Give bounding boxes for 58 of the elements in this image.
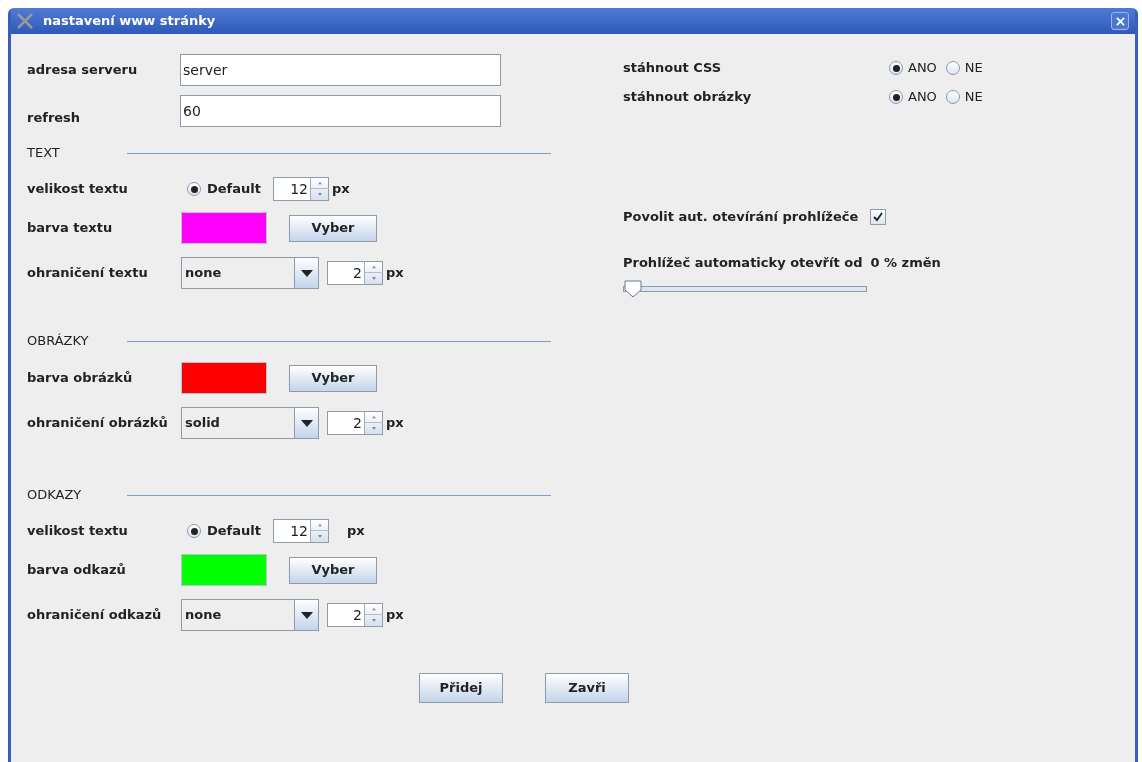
field-label: refresh: [27, 108, 82, 127]
option-label: stáhnout CSS: [623, 59, 723, 78]
radio-label[interactable]: NE: [964, 58, 983, 78]
unit-label: px: [346, 522, 365, 541]
radio-button[interactable]: [889, 61, 903, 75]
dialog-button[interactable]: Přidej: [419, 673, 503, 703]
caret-icon: [300, 611, 313, 619]
radio-button[interactable]: [187, 524, 201, 538]
window-title: nastavení www stránky: [43, 12, 216, 31]
option-label: Povolit aut. otevírání prohlížeče: [623, 208, 859, 227]
field-label: ohraničení obrázků: [27, 414, 169, 433]
field-label: velikost textu: [27, 180, 129, 199]
radio-label[interactable]: Default: [207, 521, 261, 541]
color-swatch[interactable]: [181, 554, 267, 586]
section-title: OBRÁZKY: [27, 332, 90, 351]
unit-label: px: [386, 264, 404, 283]
color-swatch[interactable]: [181, 212, 267, 244]
choose-button[interactable]: Vyber: [289, 364, 377, 392]
field-label: velikost textu: [27, 522, 129, 541]
check-icon: [873, 212, 884, 222]
dialog-button[interactable]: Zavři: [545, 673, 629, 703]
text-field[interactable]: 60: [180, 95, 501, 127]
app-icon: [17, 13, 33, 29]
field-label: barva obrázků: [27, 369, 134, 388]
field-label: barva odkazů: [27, 561, 127, 580]
radio-button[interactable]: [945, 90, 960, 104]
threshold-label: Prohlížeč automaticky otevřít od: [623, 254, 863, 273]
close-icon: [1115, 16, 1125, 26]
unit-label: px: [331, 180, 350, 199]
radio-button[interactable]: [889, 90, 903, 104]
field-label: barva textu: [27, 219, 114, 238]
text-field[interactable]: server: [180, 54, 501, 86]
choose-button[interactable]: Vyber: [289, 214, 377, 242]
field-label: adresa serveru: [27, 61, 139, 80]
radio-button[interactable]: [187, 182, 201, 196]
style-dropdown[interactable]: none: [181, 257, 319, 289]
radio-label[interactable]: Default: [207, 179, 261, 199]
checkbox[interactable]: [870, 209, 887, 225]
radio-button[interactable]: [945, 61, 960, 75]
radio-label[interactable]: NE: [964, 87, 983, 107]
radio-label[interactable]: ANO: [908, 87, 937, 107]
field-label: ohraničení textu: [27, 264, 149, 283]
threshold-reading: 0 % změn: [870, 254, 941, 273]
section-title: TEXT: [27, 144, 61, 163]
caret-icon: [300, 419, 313, 427]
style-dropdown[interactable]: solid: [181, 407, 319, 439]
option-label: stáhnout obrázky: [623, 88, 753, 107]
radio-label[interactable]: ANO: [908, 58, 937, 78]
close-button[interactable]: [1111, 12, 1129, 30]
unit-label: px: [386, 414, 404, 433]
field-label: ohraničení odkazů: [27, 606, 163, 625]
unit-label: px: [386, 606, 404, 625]
section-title: ODKAZY: [27, 486, 83, 505]
slider-thumb[interactable]: [624, 280, 642, 298]
style-dropdown[interactable]: none: [181, 599, 319, 631]
choose-button[interactable]: Vyber: [289, 556, 377, 584]
caret-icon: [300, 269, 313, 277]
color-swatch[interactable]: [181, 362, 267, 394]
